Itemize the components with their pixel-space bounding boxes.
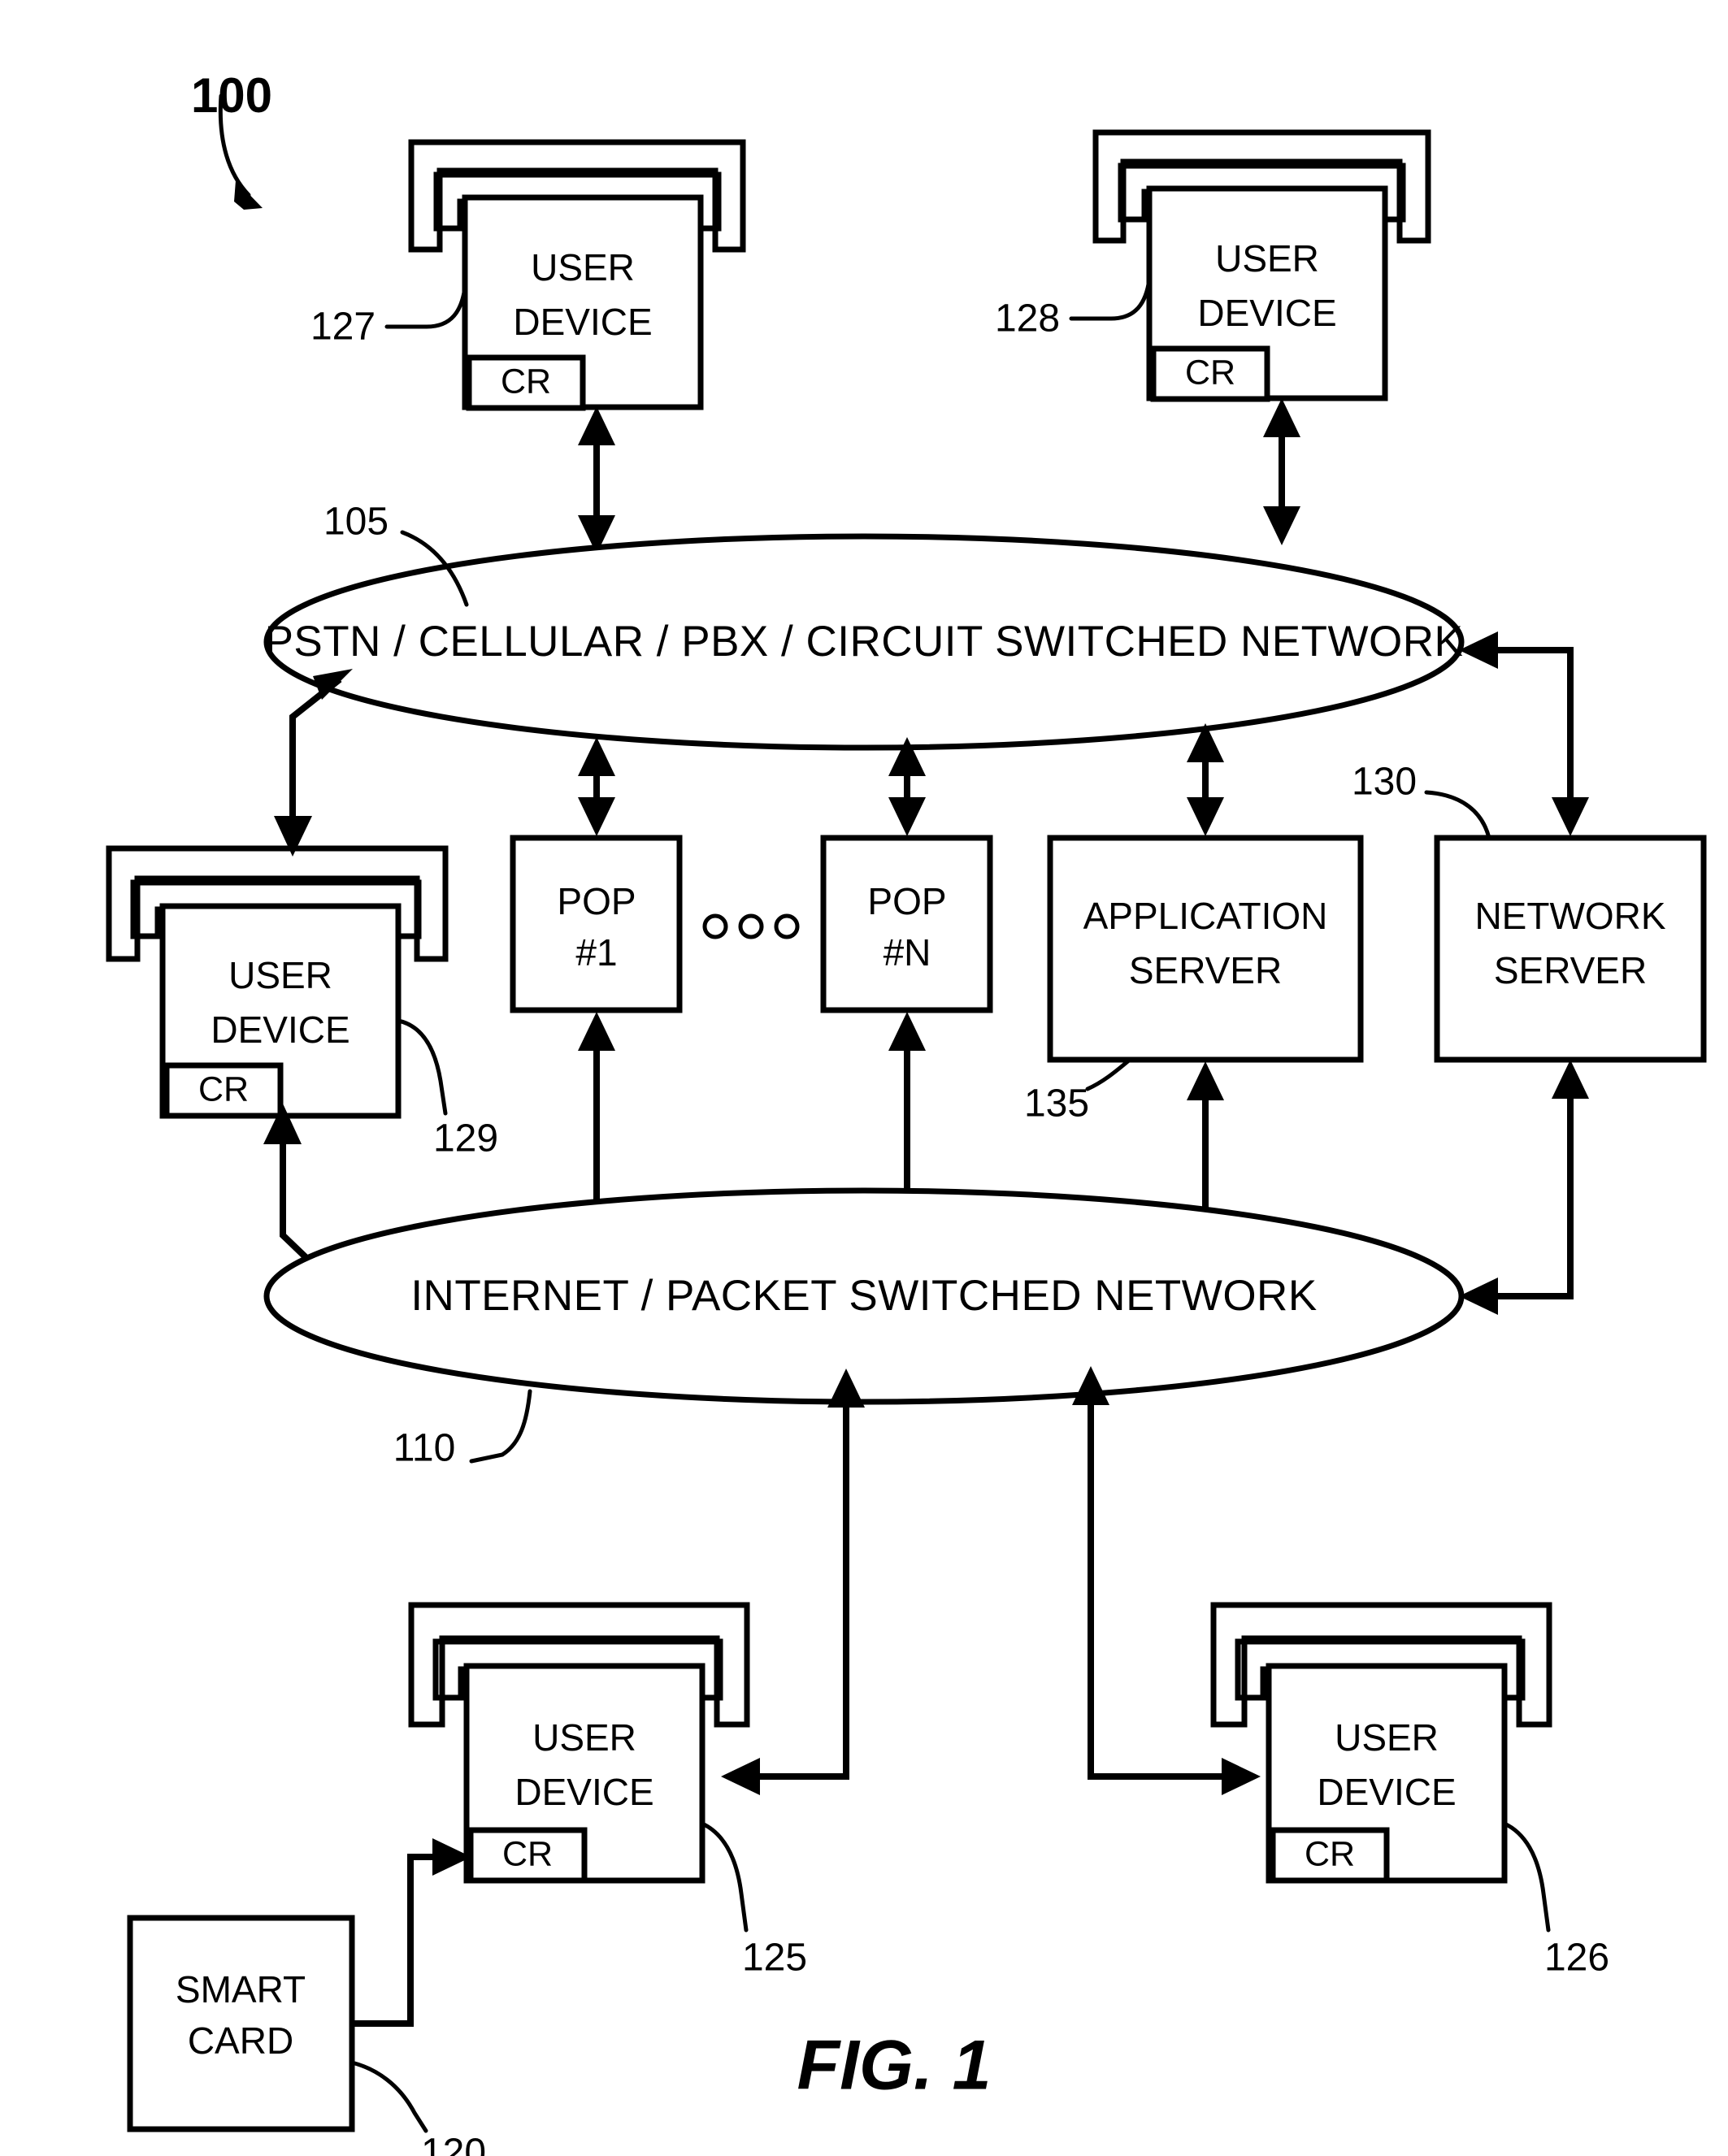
user-device-129-label-line2: DEVICE bbox=[211, 1009, 350, 1051]
ref-125: 125 bbox=[742, 1937, 807, 1980]
smart-card-label-line2: CARD bbox=[188, 2019, 293, 2062]
user-device-127-label-line2: DEVICE bbox=[513, 301, 652, 343]
user-device-126-cr-label: CR bbox=[1305, 1834, 1355, 1873]
network-server-label-line2: SERVER bbox=[1494, 949, 1647, 991]
ref-127: 127 bbox=[310, 306, 376, 349]
user-device-127-cr-label: CR bbox=[501, 362, 551, 401]
link-pstn-pop1 bbox=[578, 737, 615, 836]
pop-1-label-line1: POP bbox=[557, 880, 636, 922]
figure-caption: FIG. 1 bbox=[797, 2027, 992, 2105]
pop-ellipsis bbox=[702, 913, 800, 939]
figure-canvas: USER DEVICE CR 127 USER DEVICE CR 128 PS… bbox=[106, 68, 1707, 2156]
user-device-126-label-line2: DEVICE bbox=[1317, 1771, 1456, 1813]
link-netserver-internet bbox=[1459, 1060, 1589, 1315]
link-ud128-pstn bbox=[1263, 398, 1300, 545]
user-device-129-cr-label: CR bbox=[198, 1069, 249, 1108]
ref-130: 130 bbox=[1352, 761, 1417, 804]
application-server-label-line1: APPLICATION bbox=[1083, 895, 1328, 937]
network-internet-label: INTERNET / PACKET SWITCHED NETWORK bbox=[410, 1272, 1317, 1320]
user-device-125-label-line2: DEVICE bbox=[514, 1771, 653, 1813]
ref-135: 135 bbox=[1024, 1082, 1089, 1126]
ref-126: 126 bbox=[1544, 1937, 1609, 1980]
user-device-126[interactable]: USER DEVICE CR 126 bbox=[1210, 1602, 1609, 1980]
user-device-128-label-line2: DEVICE bbox=[1197, 292, 1336, 334]
network-pstn-label: PSTN / CELLULAR / PBX / CIRCUIT SWITCHED… bbox=[265, 618, 1464, 666]
user-device-125[interactable]: USER DEVICE CR 125 bbox=[408, 1602, 807, 1980]
link-pstn-appserver bbox=[1187, 723, 1224, 836]
smart-card-label-line1: SMART bbox=[176, 1968, 306, 2011]
user-device-125-label-line1: USER bbox=[532, 1716, 636, 1759]
link-pstn-popn bbox=[888, 737, 926, 836]
ref-129: 129 bbox=[433, 1117, 498, 1160]
user-device-128[interactable]: USER DEVICE CR 128 bbox=[995, 129, 1431, 402]
pop-1[interactable]: POP #1 bbox=[510, 835, 683, 1013]
network-server-label-line1: NETWORK bbox=[1474, 895, 1665, 937]
ref-120: 120 bbox=[421, 2132, 486, 2156]
user-device-128-label-line1: USER bbox=[1215, 237, 1319, 280]
ref-105: 105 bbox=[323, 501, 389, 544]
patent-figure-1: USER DEVICE CR 127 USER DEVICE CR 128 PS… bbox=[0, 0, 1728, 2156]
link-internet-ud126 bbox=[1072, 1366, 1261, 1795]
pop-n[interactable]: POP #N bbox=[820, 835, 993, 1013]
network-internet[interactable]: INTERNET / PACKET SWITCHED NETWORK 110 bbox=[263, 1187, 1465, 1470]
application-server[interactable]: APPLICATION SERVER 135 bbox=[1024, 835, 1364, 1126]
ref-100: 100 bbox=[191, 68, 272, 123]
user-device-129[interactable]: USER DEVICE CR 129 bbox=[106, 845, 498, 1160]
ref-110: 110 bbox=[393, 1427, 456, 1470]
pop-n-label-line2: #N bbox=[884, 931, 931, 974]
link-pstn-ud129 bbox=[274, 669, 353, 857]
user-device-125-cr-label: CR bbox=[502, 1834, 553, 1873]
user-device-129-label-line1: USER bbox=[228, 954, 332, 996]
link-internet-ud125 bbox=[721, 1369, 865, 1795]
smart-card[interactable]: SMART CARD 120 bbox=[127, 1915, 486, 2156]
network-server[interactable]: NETWORK SERVER 130 bbox=[1352, 761, 1707, 1063]
link-ud127-pstn bbox=[578, 406, 615, 554]
application-server-label-line2: SERVER bbox=[1129, 949, 1282, 991]
user-device-127-label-line1: USER bbox=[531, 246, 635, 288]
pop-n-label-line1: POP bbox=[867, 880, 946, 922]
user-device-126-label-line1: USER bbox=[1335, 1716, 1439, 1759]
link-smartcard-ud125 bbox=[352, 1838, 471, 2027]
user-device-128-cr-label: CR bbox=[1185, 353, 1235, 392]
pop-1-label-line2: #1 bbox=[575, 931, 617, 974]
user-device-127[interactable]: USER DEVICE CR 127 bbox=[310, 139, 746, 411]
link-netserver-pstn bbox=[1459, 631, 1589, 836]
ref-128: 128 bbox=[995, 297, 1060, 341]
